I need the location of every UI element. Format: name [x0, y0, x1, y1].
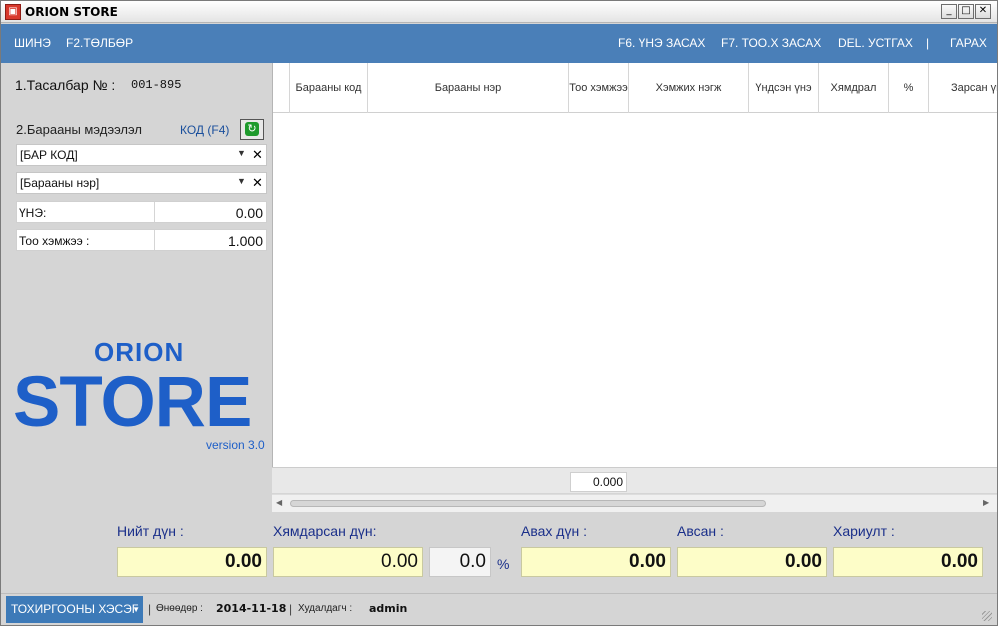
status-separator: |: [289, 602, 293, 616]
payable-amount: 0.00: [521, 547, 671, 577]
receipt-label: 1.Тасалбар № :: [15, 77, 116, 93]
column-header-code[interactable]: Барааны код: [290, 63, 368, 113]
seller-value: admin: [369, 602, 408, 615]
menu-edit-qty[interactable]: F7. ТОО.Х ЗАСАХ: [721, 36, 821, 50]
chevron-down-icon[interactable]: ▼: [237, 176, 246, 186]
seller-label: Худалдагч :: [298, 603, 353, 614]
product-name-combo[interactable]: [Барааны нэр] ▼ ✕: [16, 172, 267, 194]
items-grid[interactable]: Барааны код Барааны нэр Тоо хэмжээ Хэмжи…: [272, 63, 997, 467]
change-label: Хариулт :: [833, 523, 895, 539]
barcode-combo[interactable]: [БАР КОД] ▼ ✕: [16, 144, 267, 166]
window-title: ORION STORE: [25, 5, 118, 19]
quantity-field[interactable]: Тоо хэмжээ : 1.000: [16, 229, 267, 251]
clear-icon[interactable]: ✕: [252, 175, 263, 191]
total-amount: 0.00: [117, 547, 267, 577]
column-header-unit[interactable]: Хэмжих нэгж: [629, 63, 749, 113]
discounted-label: Хямдарсан дүн:: [273, 523, 377, 539]
received-amount-input[interactable]: 0.00: [677, 547, 827, 577]
discounted-amount: 0.00: [273, 547, 423, 577]
percent-sign: %: [497, 556, 510, 572]
resize-grip-icon[interactable]: [982, 611, 992, 621]
payable-label: Авах дүн :: [521, 523, 587, 539]
scroll-thumb[interactable]: [290, 500, 766, 507]
column-header-percent[interactable]: %: [889, 63, 929, 113]
column-header-name[interactable]: Барааны нэр: [368, 63, 569, 113]
settings-label: ТОХИРГООНЫ ХЭСЭГ: [11, 602, 139, 616]
menu-edit-price[interactable]: F6. ҮНЭ ЗАСАХ: [618, 36, 705, 50]
menu-delete[interactable]: DEL. УСТГАХ: [838, 36, 913, 50]
column-header-qty[interactable]: Тоо хэмжээ: [569, 63, 629, 113]
logo-store-text: STORE: [13, 363, 252, 442]
menu-payment[interactable]: F2.ТӨЛБӨР: [66, 36, 133, 50]
product-info-label: 2.Барааны мэдээлэл: [16, 122, 142, 137]
date-value: 2014-11-18: [216, 602, 287, 615]
menu-new[interactable]: ШИНЭ: [14, 36, 51, 50]
menu-exit[interactable]: ГАРАХ: [950, 36, 987, 50]
close-button[interactable]: ✕: [975, 4, 991, 19]
receipt-number: 001-895: [131, 78, 182, 92]
date-label: Өнөөдөр :: [156, 603, 203, 614]
price-label: ҮНЭ:: [19, 206, 47, 220]
quantity-label: Тоо хэмжээ :: [19, 234, 90, 248]
column-header-base-price[interactable]: Үндсэн үнэ: [749, 63, 819, 113]
title-bar[interactable]: ▣ ORION STORE _ □ ✕: [1, 1, 997, 23]
column-header-discount[interactable]: Хямдрал: [819, 63, 889, 113]
discount-percent-input[interactable]: 0.0: [429, 547, 491, 577]
version-label: version 3.0: [206, 438, 265, 452]
menu-separator: |: [926, 36, 930, 50]
quantity-value[interactable]: 1.000: [228, 233, 263, 249]
app-window: ▣ ORION STORE _ □ ✕ ШИНЭ F2.ТӨЛБӨР F6. Ү…: [0, 0, 998, 626]
column-header-sale-price[interactable]: Зарсан үнэ: [929, 63, 997, 113]
refresh-button[interactable]: ↻: [240, 119, 264, 140]
status-separator: |: [148, 602, 152, 616]
grid-header: Барааны код Барааны нэр Тоо хэмжээ Хэмжи…: [273, 63, 997, 113]
row-indicator-header: [273, 63, 290, 113]
received-label: Авсан :: [677, 523, 724, 539]
total-quantity: 0.000: [570, 472, 627, 492]
price-value[interactable]: 0.00: [236, 205, 263, 221]
chevron-down-icon[interactable]: ▼: [237, 148, 246, 158]
product-name-value: [Барааны нэр]: [20, 176, 100, 190]
left-panel: 1.Тасалбар № : 001-895 2.Барааны мэдээлэ…: [1, 63, 272, 517]
scroll-left-icon[interactable]: ◀: [276, 498, 282, 507]
barcode-value: [БАР КОД]: [20, 148, 78, 162]
maximize-button[interactable]: □: [958, 4, 974, 19]
menu-bar: ШИНЭ F2.ТӨЛБӨР F6. ҮНЭ ЗАСАХ F7. ТОО.Х З…: [1, 24, 997, 63]
price-field[interactable]: ҮНЭ: 0.00: [16, 201, 267, 223]
scroll-right-icon[interactable]: ▶: [983, 498, 989, 507]
chevron-down-icon[interactable]: ▼: [132, 596, 140, 623]
clear-icon[interactable]: ✕: [252, 147, 263, 163]
settings-dropdown-button[interactable]: ТОХИРГООНЫ ХЭСЭГ ▼: [6, 596, 143, 623]
app-icon[interactable]: ▣: [5, 4, 21, 20]
code-link[interactable]: КОД (F4): [180, 123, 229, 137]
change-amount: 0.00: [833, 547, 983, 577]
minimize-button[interactable]: _: [941, 4, 957, 19]
grid-footer: 0.000: [272, 467, 997, 493]
refresh-icon: ↻: [245, 122, 259, 136]
status-bar: ТОХИРГООНЫ ХЭСЭГ ▼ | Өнөөдөр : 2014-11-1…: [1, 593, 997, 625]
total-label: Нийт дүн :: [117, 523, 184, 539]
horizontal-scrollbar[interactable]: ◀ ▶: [272, 494, 997, 512]
